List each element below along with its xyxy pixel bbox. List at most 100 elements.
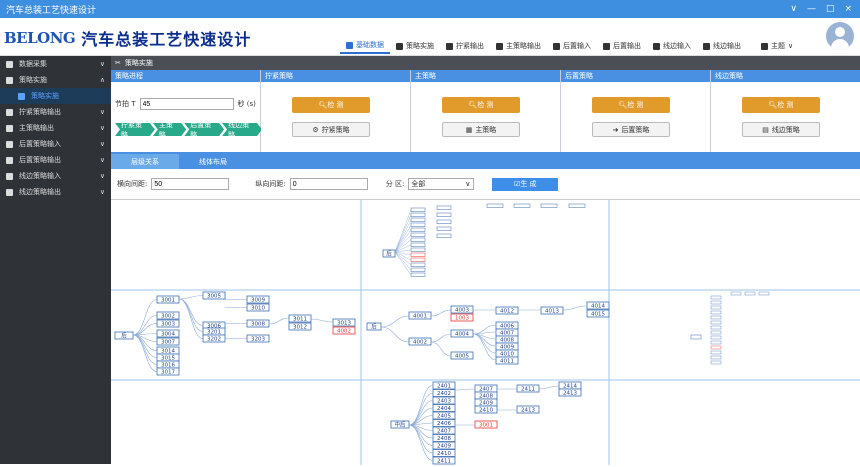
diagram-node-label: 4014 [591,304,605,310]
home-icon [496,42,503,50]
generate-button[interactable]: ☑ 生 成 [492,177,559,191]
sidebar-item-label: 策略实施 [31,92,59,100]
sidebar-item-tighten-output[interactable]: 拧紧策略输出 ∨ [0,104,111,120]
nav-basic-data[interactable]: 基础数据 [340,38,390,54]
window-title: 汽车总装工艺快速设计 [6,5,97,16]
step-tighten: 拧紧策略 [115,123,155,136]
diagram-node-label: 3008 [251,322,265,328]
mini-node [730,291,742,296]
h-spacing-input[interactable] [151,178,230,190]
nav-line-input[interactable]: 线边输入 [647,38,697,54]
line-strategy-button[interactable]: ▤ 线边策略 [742,122,820,137]
detect-button[interactable]: 🔍︎ 检 测 [592,97,670,113]
detect-button[interactable]: 🔍︎ 检 测 [292,97,370,113]
windows-icon: ▦ [465,125,473,134]
detect-button[interactable]: 🔍︎ 检 测 [442,97,520,113]
diagram-link [472,333,497,361]
maximize-icon[interactable]: □ [826,4,835,14]
search-icon: 🔍︎ [468,101,478,109]
sidebar-item-main-output[interactable]: 主策略输出 ∨ [0,120,111,136]
avatar-body [831,39,849,50]
tab-strategy[interactable]: 策略实施 [125,58,153,68]
sidebar-item-post-output[interactable]: 后置策略输出 ∨ [0,152,111,168]
panel-title: 后置策略 [561,70,710,82]
chevron-down-icon: ∨ [788,42,794,50]
close-icon[interactable]: × [844,4,852,14]
mini-node [690,334,702,340]
nav-strategy[interactable]: 策略实施 [390,38,440,54]
sidebar-item-line-input[interactable]: 线边策略输入 ∨ [0,168,111,184]
nav-line-output[interactable]: 线边输出 [697,38,747,54]
beat-input[interactable] [139,98,234,110]
sidebar-item-label: 拧紧策略输出 [19,108,61,116]
main-strategy-button[interactable]: ▦ 主策略 [442,122,520,137]
diagram-node-label: 2406 [437,421,451,427]
nav-tighten-output[interactable]: 拧紧输出 [440,38,490,54]
diagram-link [178,298,204,326]
tab-hierarchy[interactable]: 层级关系 [111,154,179,169]
tighten-strategy-button[interactable]: ⚙ 拧紧策略 [292,122,370,137]
diagram-link [472,324,497,335]
window-titlebar: 汽车总装工艺快速设计 ∨ — □ × [0,0,860,18]
hierarchy-canvas[interactable]: 后 3001 3002 3003 3004 3007 3014 3015 3016 3017 300… [111,199,860,465]
nav-main-output[interactable]: 主策略输出 [490,38,547,54]
sidebar-item-strategy[interactable]: 策略实施 ∧ [0,72,111,88]
minimize-icon[interactable]: — [807,4,816,14]
h-spacing-label: 横向间距: [117,180,148,188]
diagram-link [472,333,497,347]
nav-post-input[interactable]: 后置输入 [547,38,597,54]
mini-node [410,272,426,277]
nav-theme[interactable]: 主题 ∨ [755,38,799,54]
mini-node [710,330,722,335]
panel-main: 主策略 🔍︎ 检 测 ▦ 主策略 [411,70,561,152]
tools-icon: ✂ [115,59,121,67]
detect-button[interactable]: 🔍︎ 检 测 [742,97,820,113]
sidebar-subitem-strategy[interactable]: 策略实施 [0,88,111,104]
chevron-down-icon: ∨ [99,188,105,196]
diagram-link [430,333,452,343]
mini-node [410,217,426,222]
chevron-up-icon: ∧ [99,76,105,84]
nav-post-output[interactable]: 后置输出 [597,38,647,54]
home-icon [6,124,13,132]
v-spacing-label: 纵向间距: [255,180,286,188]
sidebar-item-label: 线边策略输出 [19,188,61,196]
mini-link [394,234,412,253]
sidebar-item-post-input[interactable]: 后置策略输入 ∨ [0,136,111,152]
diagram-link [178,298,204,339]
wrench-icon [6,108,13,116]
app-header: BELONG 汽车总装工艺快速设计 基础数据 策略实施 拧紧输出 主策略输出 后… [0,18,860,56]
tools-icon [396,42,403,50]
diagram-node-label: 4004 [455,332,469,338]
app-title: 汽车总装工艺快速设计 [81,30,252,49]
zone-select[interactable]: 全部 ∨ [408,178,475,190]
tab-line-layout[interactable]: 线体布局 [179,154,247,169]
diagram-link [268,317,290,325]
diagram-link [430,341,452,357]
mini-node [410,252,426,257]
v-spacing-input[interactable] [289,178,368,190]
diagram-link [562,305,588,311]
tab-bar: ✂ 策略实施 [111,56,860,70]
mini-node [710,300,722,305]
zone-value: 全部 [411,180,426,188]
sidebar: 数据采集 ∨ 策略实施 ∧ 策略实施 拧紧策略输出 ∨ 主策略输出 ∨ 后置策略输入 ∨ … [0,56,111,464]
sidebar-item-data-collect[interactable]: 数据采集 ∨ [0,56,111,72]
search-icon: 🔍︎ [768,101,778,109]
diagram-link [132,299,158,336]
nav-label: 基础数据 [356,41,384,49]
avatar-head [835,27,845,37]
dropdown-icon[interactable]: ∨ [790,4,797,14]
avatar[interactable] [826,22,854,50]
sidebar-item-label: 主策略输出 [19,124,54,132]
post-strategy-button[interactable]: ➜ 后置策略 [592,122,670,137]
database-icon [6,60,13,68]
chevron-down-icon: ∨ [465,180,471,188]
sidebar-item-line-output[interactable]: 线边策略输出 ∨ [0,184,111,200]
diagram-link [472,333,497,354]
sidebar-item-label: 策略实施 [19,76,47,84]
beat-unit: 秒 (s) [237,100,256,108]
mini-link [394,219,412,253]
diagram-node-label: 3005 [207,294,221,300]
logout-icon [6,156,13,164]
